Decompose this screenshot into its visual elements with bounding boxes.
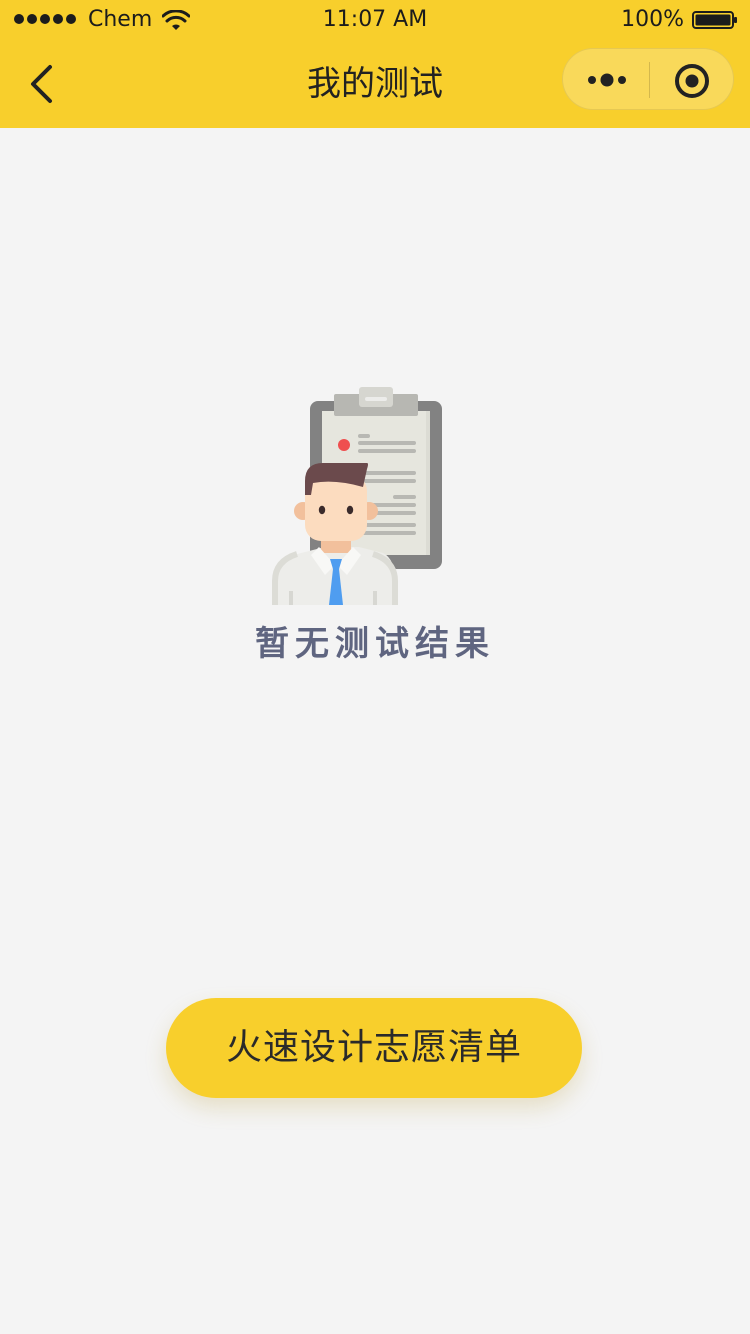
status-bar: Chem 11:07 AM 100% — [0, 0, 750, 40]
more-button[interactable] — [563, 49, 649, 111]
battery-percentage: 100% — [621, 7, 684, 32]
more-dots-icon — [588, 73, 626, 87]
person-clipboard-illustration — [272, 387, 442, 605]
target-close-icon — [675, 64, 709, 98]
design-wishlist-button[interactable]: 火速设计志愿清单 — [166, 998, 582, 1098]
close-button[interactable] — [650, 49, 734, 111]
battery-icon — [692, 11, 737, 29]
top-header: Chem 11:07 AM 100% 我的测试 — [0, 0, 750, 128]
back-button[interactable] — [16, 54, 72, 114]
navigation-bar: 我的测试 — [0, 40, 750, 128]
chevron-left-icon — [31, 65, 52, 103]
empty-state-message: 暂无测试结果 — [255, 624, 495, 664]
mini-program-capsule — [562, 48, 734, 110]
